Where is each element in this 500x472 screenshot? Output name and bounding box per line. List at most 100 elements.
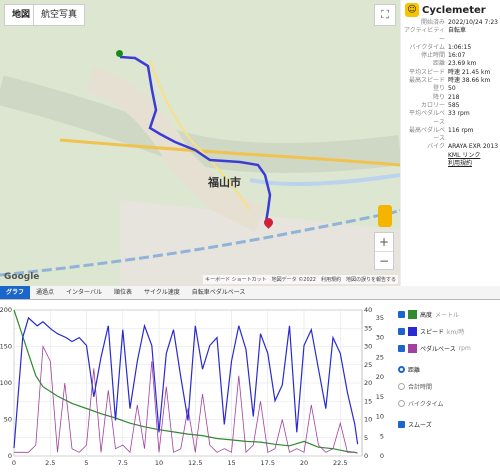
y-right-tick-label: 35 xyxy=(376,314,384,322)
stat-value: 1:06:15 xyxy=(448,43,472,51)
x-tick-label: 2.5 xyxy=(45,459,55,467)
stat-value: 218 xyxy=(448,93,460,101)
speed-checkbox[interactable] xyxy=(398,328,405,335)
y-mid-tick-label: 0 xyxy=(364,452,368,460)
legend-cadence[interactable]: ペダルベース rpm xyxy=(396,344,500,353)
street-view-pegman-icon[interactable] xyxy=(378,205,392,227)
stat-value: 33 rpm xyxy=(448,110,470,118)
y-right-tick-label: 25 xyxy=(376,353,384,361)
altitude-swatch xyxy=(408,310,417,319)
smooth-checkbox[interactable] xyxy=(398,421,405,428)
aerial-view-button[interactable]: 航空写真 xyxy=(33,4,86,26)
stat-row: 最高スピード 時速 38.66 km xyxy=(403,77,500,85)
route-map[interactable]: 地図 航空写真 ⛶ 福山市 + − Google キーボード ショートカット 地… xyxy=(0,0,400,286)
tab-5[interactable]: 自転車ペダルベース xyxy=(186,286,252,299)
tab-1[interactable]: 通過点 xyxy=(30,286,60,299)
stat-value: ARAYA EXR 2013 xyxy=(448,143,499,151)
stat-key: バイクタイム xyxy=(409,43,445,51)
stat-row: 距離 23.69 km xyxy=(403,60,500,68)
total-time-radio[interactable] xyxy=(398,383,405,390)
y-left-tick-label: 150 xyxy=(0,343,12,351)
cadence-unit: rpm xyxy=(458,345,471,352)
tab-bar: グラフ 通過点 インターバル 順位表 サイクル速度 自転車ペダルベース xyxy=(0,286,500,300)
cadence-label: ペダルベース xyxy=(420,346,456,353)
stat-value: 16:07 xyxy=(448,52,466,60)
speed-swatch xyxy=(408,327,417,336)
stat-value: 時速 38.66 km xyxy=(448,77,491,85)
stat-row: 停止時間 16:07 xyxy=(403,52,500,60)
chart-controls: 高度 メートル スピード km/時 ペダルベース rpm 距離 合計時間 バイク… xyxy=(396,300,500,468)
stat-value: 自転車 xyxy=(448,27,467,35)
y-mid-tick-label: 35 xyxy=(364,324,372,332)
tab-3[interactable]: 順位表 xyxy=(108,286,138,299)
y-right-tick-label: 15 xyxy=(376,393,384,401)
speed-label: スピード xyxy=(420,329,445,336)
cadence-swatch xyxy=(408,344,417,353)
smooth-option[interactable]: スムーズ xyxy=(396,420,500,429)
tab-4[interactable]: サイクル速度 xyxy=(138,286,186,299)
legend-speed[interactable]: スピード km/時 xyxy=(396,327,500,336)
stat-row: 平均ペダルベース 33 rpm xyxy=(403,110,500,127)
y-left-tick-label: 50 xyxy=(4,416,12,424)
stats-panel: ☺ Cyclemeter 開始済み 2022/10/24 7:23 アクティビティー… xyxy=(400,0,500,286)
speed-unit: km/時 xyxy=(447,329,465,336)
stat-key: 降り xyxy=(432,93,445,101)
zoom-control[interactable]: + − xyxy=(374,232,394,270)
y-mid-tick-label: 30 xyxy=(364,343,372,351)
x-tick-label: 17.5 xyxy=(261,459,275,467)
stat-key: アクティビティー xyxy=(404,27,445,43)
line-chart: 0 2.5 5 7.5 10 12.5 15 17.5 20 22.505010015020005… xyxy=(0,306,384,467)
y-mid-tick-label: 10 xyxy=(364,416,372,424)
stat-value: 23.69 km xyxy=(448,60,477,68)
altitude-label: 高度 xyxy=(420,312,433,319)
total-time-label: 合計時間 xyxy=(408,384,433,391)
cyclemeter-logo-icon: ☺ xyxy=(405,3,419,17)
y-right-tick-label: 20 xyxy=(376,373,384,381)
tab-0[interactable]: グラフ xyxy=(0,286,31,299)
stat-row: 平均スピード 時速 21.45 km xyxy=(403,69,500,77)
start-marker-icon[interactable] xyxy=(116,50,123,57)
stat-row: 降り 218 xyxy=(403,94,500,102)
cadence-checkbox[interactable] xyxy=(398,345,405,352)
x-tick-label: 15 xyxy=(227,459,235,467)
x-tick-label: 7.5 xyxy=(118,459,128,467)
app-header: ☺ Cyclemeter xyxy=(401,0,500,19)
y-right-tick-label: 0 xyxy=(380,452,384,460)
xaxis-option-distance[interactable]: 距離 xyxy=(396,365,500,374)
chart-area: 0 2.5 5 7.5 10 12.5 15 17.5 20 22.5 0 50 100 150 200 0 5… xyxy=(0,300,396,468)
map-attribution[interactable]: キーボード ショートカット 地図データ ©2022 利用規約 地図の誤りを報告す… xyxy=(203,275,398,284)
stat-row: バイクタイム 1:06:15 xyxy=(403,44,500,52)
stat-row: 登り 50 xyxy=(403,85,500,93)
bike-time-radio[interactable] xyxy=(398,400,405,407)
zoom-in-button[interactable]: + xyxy=(375,233,393,251)
y-right-tick-label: 5 xyxy=(380,432,384,440)
y-mid-tick-label: 40 xyxy=(364,306,372,314)
stat-key: 最高ペダルベース xyxy=(408,126,445,143)
legend-altitude[interactable]: 高度 メートル xyxy=(396,310,500,319)
altitude-unit: メートル xyxy=(435,312,460,319)
y-mid-tick-label: 20 xyxy=(364,379,372,387)
x-tick-label: 20 xyxy=(300,459,308,467)
terms-link[interactable]: 利用規約 xyxy=(448,160,472,168)
bike-time-label: バイクタイム xyxy=(408,401,444,408)
y-left-tick-label: 200 xyxy=(0,306,12,314)
tab-2[interactable]: インターバル xyxy=(60,286,108,299)
stat-value: 585 xyxy=(448,101,460,109)
xaxis-option-total-time[interactable]: 合計時間 xyxy=(396,382,500,391)
stat-key: 平均ペダルベース xyxy=(408,110,445,126)
fullscreen-icon[interactable]: ⛶ xyxy=(374,4,396,26)
city-label: 福山市 xyxy=(208,176,241,189)
zoom-out-button[interactable]: − xyxy=(375,251,393,269)
kml-link[interactable]: KML リンク xyxy=(448,152,480,160)
y-mid-tick-label: 15 xyxy=(364,397,372,405)
x-tick-label: 0 xyxy=(12,459,16,467)
y-left-tick-label: 0 xyxy=(8,452,12,460)
distance-radio[interactable] xyxy=(398,366,405,373)
altitude-checkbox[interactable] xyxy=(398,311,405,318)
x-tick-label: 22.5 xyxy=(333,459,347,467)
google-logo: Google xyxy=(4,272,40,282)
stat-value: 50 xyxy=(448,85,456,93)
x-tick-label: 5 xyxy=(84,459,88,467)
xaxis-option-bike-time[interactable]: バイクタイム xyxy=(396,399,500,408)
y-right-tick-label: 30 xyxy=(376,334,384,342)
